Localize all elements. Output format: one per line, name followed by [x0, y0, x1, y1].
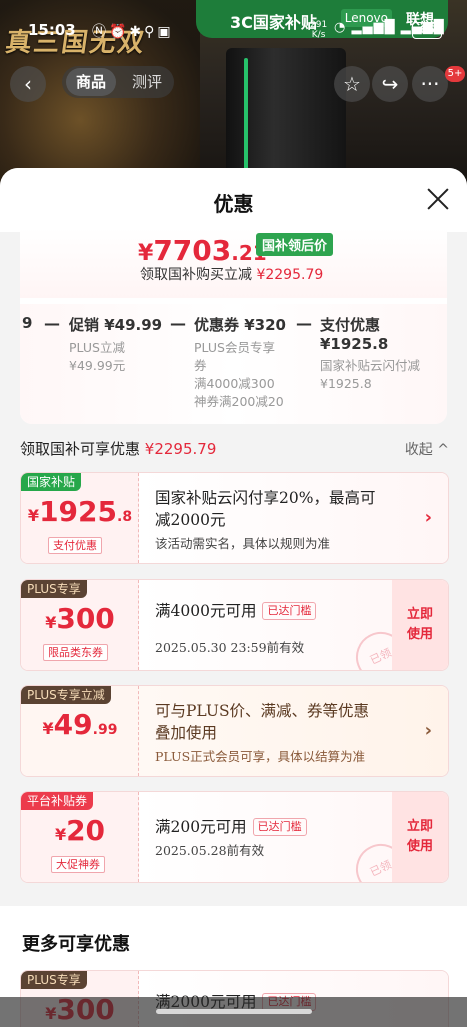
coupon-desc: 满4000元可用 已达门槛: [155, 600, 317, 622]
favorite-star-icon[interactable]: ☆: [334, 66, 370, 102]
coupon-kind: 限品类东券: [43, 644, 108, 661]
coupon-plus-discount[interactable]: PLUS专享立减 ¥49.99 可与PLUS价、满减、券等优惠 叠加使用 PLUS…: [20, 685, 449, 777]
close-icon[interactable]: [427, 188, 449, 210]
coupon-plus-300[interactable]: PLUS专享 ¥300 限品类东券 满4000元可用 已达门槛 2025.05.3…: [20, 579, 449, 671]
use-now-button[interactable]: 立即使用: [392, 580, 448, 670]
coupon-note: PLUS正式会员可享，具体以结算为准: [155, 749, 366, 764]
coupon-amount: ¥49.99: [42, 708, 118, 741]
coupon-desc: 国家补贴云闪付享20%，最高可 减2000元: [155, 489, 376, 529]
coupon-platform-20[interactable]: 平台补贴券 ¥20 大促神券 满200元可用 已达门槛 2025.05.28前有效…: [20, 791, 449, 883]
price-sub-text: 领取国补购买立减 ¥2295.79: [140, 267, 324, 283]
breakdown-col-promo: 促销 ¥49.99 PLUS立减 ¥49.99元: [69, 316, 163, 373]
breakdown-col-coupon: 优惠券 ¥320 PLUS会员专享券满4000减300 神券满200减20: [194, 316, 286, 409]
chevron-right-icon: ›: [424, 720, 432, 741]
coupon-label: PLUS专享: [21, 971, 87, 989]
coupon-expiry: 2025.05.30 23:59前有效: [155, 640, 305, 655]
sheet-title: 优惠: [213, 192, 254, 216]
back-icon[interactable]: ‹: [10, 66, 46, 102]
page-tabs: 商品 测评: [62, 66, 174, 98]
section-header: 领取国补可享优惠 ¥2295.79: [20, 440, 217, 458]
price-top: ¥7703.21 国补领后价 领取国补购买立减 ¥2295.79: [20, 228, 447, 298]
price-breakdown[interactable]: 9 — 促销 ¥49.99 PLUS立减 ¥49.99元 — 优惠券 ¥320 P…: [20, 304, 447, 424]
top-nav: ‹ 商品 测评 ☆ ↪ ···: [0, 62, 467, 106]
use-now-button[interactable]: 立即使用: [392, 792, 448, 882]
price-summary-card: ¥7703.21 国补领后价 领取国补购买立减 ¥2295.79 9 — 促销 …: [20, 228, 447, 424]
status-bar: 15:03 Ⓝ⏰✱⚲▣ 291 K/s ◔ ▂▄▆█ ▂▄▆█ 66: [0, 18, 467, 44]
sheet-header: 优惠: [0, 168, 467, 232]
chevron-right-icon: ›: [424, 507, 432, 528]
tab-goods[interactable]: 商品: [66, 68, 117, 96]
coupon-label: 平台补贴券: [21, 792, 94, 810]
home-indicator[interactable]: [156, 1009, 312, 1014]
coupon-amount: ¥1925.8: [27, 495, 133, 528]
gesture-bar: [0, 997, 467, 1027]
coupon-kind: 支付优惠: [48, 537, 102, 554]
coupon-expiry: 2025.05.28前有效: [155, 843, 265, 858]
subsidy-price-tag: 国补领后价: [256, 233, 334, 256]
net-speed: 291 K/s: [310, 20, 328, 40]
coupon-label: PLUS专享: [21, 580, 87, 598]
more-icon[interactable]: ···: [412, 66, 448, 102]
breakdown-col-payment: 支付优惠 ¥1925.8 国家补贴云闪付减 ¥1925.8: [320, 316, 421, 391]
share-icon[interactable]: ↪: [372, 66, 408, 102]
coupon-national-subsidy[interactable]: 国家补贴 ¥1925.8 支付优惠 国家补贴云闪付享20%，最高可 减2000元 …: [20, 472, 449, 564]
breakdown-col-0: 9: [22, 314, 33, 332]
coupon-desc: 可与PLUS价、满减、券等优惠 叠加使用: [155, 702, 370, 742]
status-time: 15:03: [28, 21, 76, 39]
coupon-kind: 大促神券: [51, 856, 105, 873]
threshold-reached-badge: 已达门槛: [252, 818, 307, 836]
coupon-amount: ¥20: [54, 814, 106, 847]
coupon-note: 该活动需实名，具体以规则为准: [155, 536, 331, 551]
discount-sheet: 优惠 ¥7703.21 国补领后价 领取国补购买立减 ¥2295.79 9 — …: [0, 168, 467, 1027]
final-price: ¥7703.21: [138, 234, 267, 267]
tab-review[interactable]: 测评: [122, 68, 172, 96]
collapse-toggle[interactable]: 收起 ^: [405, 439, 449, 459]
coupon-amount: ¥300: [45, 602, 115, 635]
status-notification-icons: Ⓝ⏰✱⚲▣: [92, 24, 174, 40]
more-discounts-title: 更多可享优惠: [22, 934, 130, 955]
message-badge: 5+: [445, 66, 465, 82]
coupon-label: PLUS专享立减: [21, 686, 111, 704]
coupon-label: 国家补贴: [21, 473, 82, 491]
coupon-desc: 满200元可用 已达门槛: [155, 816, 307, 838]
battery-icon: 66: [412, 22, 442, 39]
threshold-reached-badge: 已达门槛: [262, 602, 317, 620]
